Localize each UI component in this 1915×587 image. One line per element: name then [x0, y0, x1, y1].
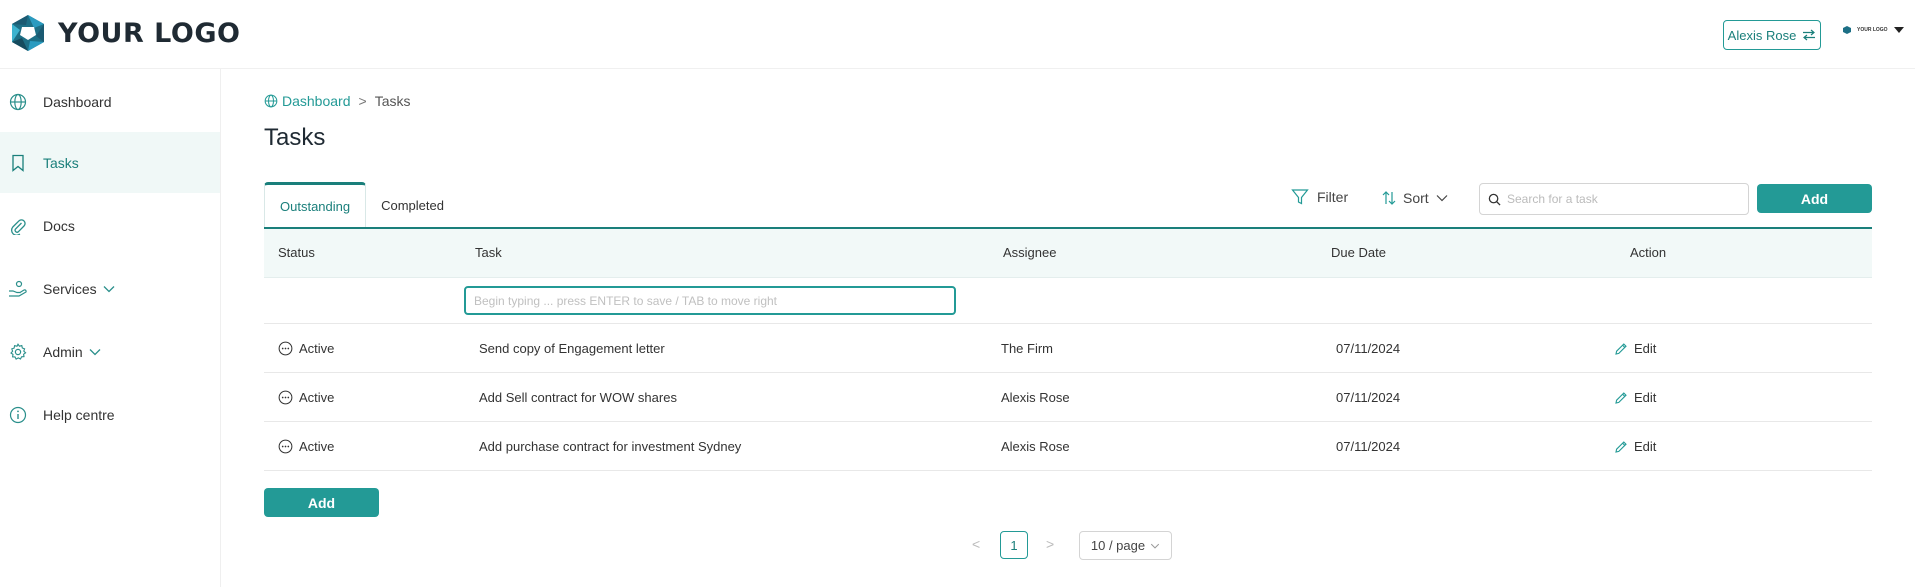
sidebar-item-label: Admin — [43, 343, 83, 360]
hand-coins-icon — [8, 279, 28, 299]
mini-logo-text: YOUR LOGO — [1857, 27, 1888, 33]
chevron-down-icon — [1151, 543, 1160, 549]
pencil-icon — [1615, 440, 1627, 453]
breadcrumb-dashboard-link[interactable]: Dashboard — [264, 93, 351, 109]
caret-down-icon — [1893, 27, 1904, 33]
table-header: Status Task Assignee Due Date Action — [264, 229, 1872, 278]
sidebar-item-label: Tasks — [43, 154, 79, 171]
more-circle-icon — [278, 390, 293, 405]
sidebar: Dashboard Tasks Docs Services Admin Help… — [0, 69, 221, 587]
logo[interactable]: YOUR LOGO — [10, 14, 240, 52]
mini-logo-icon — [1843, 26, 1851, 34]
bookmark-icon — [8, 153, 28, 173]
breadcrumb-current: Tasks — [374, 93, 411, 109]
chevron-down-icon — [103, 285, 115, 292]
sidebar-item-help-centre[interactable]: Help centre — [0, 384, 220, 445]
sidebar-item-tasks[interactable]: Tasks — [0, 132, 220, 193]
account-menu[interactable]: YOUR LOGO — [1843, 26, 1904, 34]
sidebar-item-docs[interactable]: Docs — [0, 195, 220, 256]
switch-user-button[interactable]: Alexis Rose — [1723, 20, 1821, 50]
breadcrumb: Dashboard > Tasks — [264, 93, 410, 109]
column-header-due-date[interactable]: Due Date — [1331, 245, 1386, 260]
logo-mark-icon — [12, 15, 44, 51]
column-header-action[interactable]: Action — [1630, 245, 1666, 260]
column-header-status[interactable]: Status — [278, 245, 315, 260]
new-task-input[interactable] — [464, 286, 956, 315]
filter-button[interactable]: Filter — [1291, 188, 1348, 206]
sidebar-item-label: Dashboard — [43, 93, 112, 110]
user-button-label: Alexis Rose — [1727, 27, 1797, 43]
edit-button[interactable]: Edit — [1614, 439, 1656, 454]
due-date-cell: 07/11/2024 — [1336, 390, 1401, 405]
sidebar-item-label: Help centre — [43, 406, 115, 423]
pagination-prev-button[interactable]: < — [972, 536, 980, 552]
column-header-assignee[interactable]: Assignee — [1003, 245, 1056, 260]
assignee-cell: Alexis Rose — [1001, 390, 1070, 405]
edit-label: Edit — [1634, 341, 1657, 356]
task-search[interactable] — [1479, 183, 1749, 215]
paperclip-icon — [8, 216, 28, 236]
edit-label: Edit — [1634, 390, 1657, 405]
assignee-cell: Alexis Rose — [1001, 439, 1070, 454]
more-circle-icon — [278, 439, 293, 454]
edit-label: Edit — [1634, 439, 1657, 454]
sidebar-item-services[interactable]: Services — [0, 258, 220, 319]
filter-label: Filter — [1317, 189, 1349, 205]
edit-button[interactable]: Edit — [1614, 341, 1656, 356]
breadcrumb-root-label: Dashboard — [282, 93, 351, 109]
page-size-select[interactable]: 10 / page — [1079, 531, 1172, 560]
sort-label: Sort — [1403, 190, 1429, 206]
edit-button[interactable]: Edit — [1614, 390, 1656, 405]
info-icon — [8, 405, 28, 425]
status-cell: Active — [278, 390, 334, 405]
task-cell: Send copy of Engagement letter — [479, 341, 665, 356]
add-row-button[interactable]: Add — [264, 488, 379, 517]
sidebar-item-label: Docs — [43, 217, 75, 234]
pagination-next-button[interactable]: > — [1046, 536, 1054, 552]
search-input[interactable] — [1507, 192, 1737, 206]
status-label: Active — [299, 341, 335, 356]
more-circle-icon — [278, 341, 293, 356]
gear-icon — [8, 342, 28, 362]
breadcrumb-separator: > — [358, 93, 367, 109]
table-row[interactable]: Active Send copy of Engagement letter Th… — [264, 324, 1872, 373]
tab-outstanding[interactable]: Outstanding — [264, 182, 367, 228]
sidebar-item-dashboard[interactable]: Dashboard — [0, 71, 220, 132]
status-label: Active — [299, 390, 335, 405]
status-label: Active — [299, 439, 335, 454]
task-cell: Add Sell contract for WOW shares — [479, 390, 677, 405]
sort-arrows-icon — [1382, 191, 1396, 205]
task-cell: Add purchase contract for investment Syd… — [479, 439, 742, 454]
globe-icon — [264, 94, 278, 108]
app-header: YOUR LOGO Alexis Rose YOUR LOGO — [0, 0, 1915, 69]
status-cell: Active — [278, 439, 334, 454]
chevron-down-icon — [89, 348, 101, 355]
swap-arrows-icon — [1803, 29, 1816, 41]
status-cell: Active — [278, 341, 334, 356]
new-task-row — [264, 278, 1872, 324]
task-tabs: Outstanding Completed — [264, 182, 459, 228]
sidebar-item-label: Services — [43, 280, 97, 297]
search-icon — [1488, 193, 1501, 206]
due-date-cell: 07/11/2024 — [1336, 341, 1401, 356]
pencil-icon — [1615, 342, 1627, 355]
table-row[interactable]: Active Add Sell contract for WOW shares … — [264, 373, 1872, 422]
page-title: Tasks — [264, 124, 326, 151]
logo-text: YOUR LOGO — [58, 17, 241, 49]
filter-icon — [1291, 189, 1309, 205]
tab-completed[interactable]: Completed — [366, 182, 459, 228]
sidebar-item-admin[interactable]: Admin — [0, 321, 220, 382]
pencil-icon — [1615, 391, 1627, 404]
globe-icon — [8, 92, 28, 112]
due-date-cell: 07/11/2024 — [1336, 439, 1401, 454]
assignee-cell: The Firm — [1001, 341, 1053, 356]
chevron-down-icon — [1436, 195, 1448, 202]
sort-button[interactable]: Sort — [1382, 190, 1448, 206]
column-header-task[interactable]: Task — [475, 245, 502, 260]
add-task-button[interactable]: Add — [1757, 184, 1872, 213]
page-size-value: 10 / page — [1090, 538, 1146, 553]
pagination-page-1[interactable]: 1 — [1000, 531, 1028, 559]
table-row[interactable]: Active Add purchase contract for investm… — [264, 422, 1872, 471]
